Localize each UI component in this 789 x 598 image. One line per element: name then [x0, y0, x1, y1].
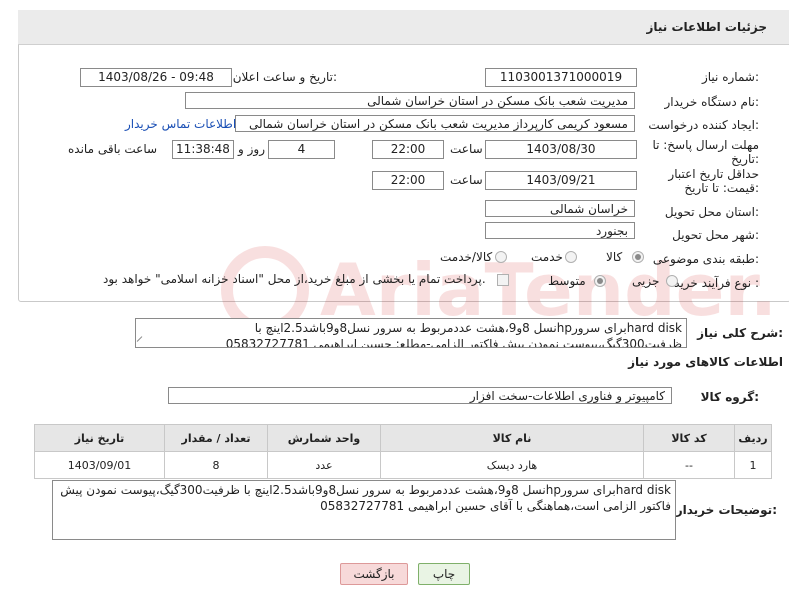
summary-label: شرح کلی نیاز:	[697, 326, 783, 340]
col-item-code: کد کالا	[643, 424, 735, 452]
requester-label: ایجاد کننده درخواست:	[648, 118, 759, 132]
price-validity-time: 22:00	[372, 171, 444, 190]
panel-header: جزئیات اطلاعات نیاز	[18, 10, 789, 45]
price-validity-date: 1403/09/21	[485, 171, 637, 190]
reply-deadline-label: مهلت ارسال پاسخ: تا تاریخ:	[652, 138, 759, 166]
col-item-name: نام کالا	[380, 424, 644, 452]
goods-info-title: اطلاعات کالاهای مورد نیاز	[628, 355, 783, 369]
cell-quantity: 8	[164, 451, 268, 479]
delivery-city-field: بجنورد	[485, 222, 635, 239]
summary-textarea[interactable]: hard diskبرای سرورhpنسل 8و9،هشت عددمربوط…	[135, 318, 687, 348]
purchase-option-medium: متوسط	[548, 274, 586, 288]
table-header-row: ردیف کد کالا نام کالا واحد شمارش تعداد /…	[34, 424, 772, 452]
category-radio-both[interactable]	[495, 251, 507, 263]
cell-item-name: هارد دیسک	[380, 451, 644, 479]
purchase-radio-medium[interactable]	[594, 275, 606, 287]
reply-days-field: 4	[268, 140, 335, 159]
reply-deadline-time: 22:00	[372, 140, 444, 159]
goods-group-field: کامپیوتر و فناوری اطلاعات-سخت افزار	[168, 387, 672, 404]
price-validity-label: حداقل تاریخ اعتبار قیمت: تا تاریخ:	[668, 167, 759, 195]
remaining-label: ساعت باقی مانده	[68, 142, 158, 156]
col-need-date: تاریخ نیاز	[34, 424, 165, 452]
cell-unit: عدد	[267, 451, 381, 479]
price-validity-time-label: ساعت	[450, 173, 483, 187]
treasury-payment-checkbox[interactable]	[497, 274, 509, 286]
col-unit: واحد شمارش	[267, 424, 381, 452]
cell-need-date: 1403/09/01	[34, 451, 165, 479]
purchase-radio-minor[interactable]	[666, 275, 678, 287]
col-row-number: ردیف	[734, 424, 772, 452]
buyer-org-field: مدیریت شعب بانک مسکن در استان خراسان شما…	[185, 92, 635, 109]
delivery-province-field: خراسان شمالی	[485, 200, 635, 217]
buyer-org-label: نام دستگاه خریدار:	[664, 95, 760, 109]
cell-item-code: --	[643, 451, 735, 479]
back-button[interactable]: بازگشت	[340, 563, 408, 585]
need-number-label: شماره نیاز:	[701, 70, 759, 84]
col-quantity: تعداد / مقدار	[164, 424, 268, 452]
buyer-contact-link[interactable]: اطلاعات تماس خریدار	[125, 117, 236, 131]
category-option-service: خدمت	[531, 250, 563, 264]
items-table: ردیف کد کالا نام کالا واحد شمارش تعداد /…	[34, 424, 772, 479]
category-label: طبقه بندی موضوعی:	[652, 252, 759, 266]
days-label: روز و	[238, 142, 265, 156]
cell-row-number: 1	[734, 451, 772, 479]
reply-deadline-date: 1403/08/30	[485, 140, 637, 159]
buyer-notes-textarea[interactable]: hard diskبرای سرورhpنسل 8و9،هشت عددمربوط…	[52, 480, 676, 540]
page-title: جزئیات اطلاعات نیاز	[646, 20, 767, 34]
requester-field: مسعود کریمی کارپرداز مدیریت شعب بانک مسک…	[235, 115, 635, 132]
reply-time-label: ساعت	[450, 142, 483, 156]
treasury-payment-note: پرداخت تمام یا بخشی از مبلغ خرید،از محل …	[103, 272, 486, 286]
print-button[interactable]: چاپ	[418, 563, 470, 585]
category-option-goods: کالا	[606, 250, 623, 264]
delivery-city-label: شهر محل تحویل:	[672, 228, 759, 242]
category-radio-service[interactable]	[565, 251, 577, 263]
category-radio-goods[interactable]	[632, 251, 644, 263]
purchase-option-minor: جزیی	[632, 274, 660, 288]
goods-group-label: گروه کالا:	[700, 390, 759, 404]
announce-datetime-field: 1403/08/26 - 09:48	[80, 68, 232, 87]
need-number-field: 1103001371000019	[485, 68, 637, 87]
table-row: 1 -- هارد دیسک عدد 8 1403/09/01	[34, 451, 772, 479]
purchase-type-label: نوع فرآیند خرید :	[674, 276, 759, 290]
remaining-time-field: 11:38:48	[172, 140, 234, 159]
buyer-notes-label: توضیحات خریدار:	[675, 503, 777, 517]
delivery-province-label: استان محل تحویل:	[664, 205, 759, 219]
category-option-both: کالا/خدمت	[440, 250, 493, 264]
